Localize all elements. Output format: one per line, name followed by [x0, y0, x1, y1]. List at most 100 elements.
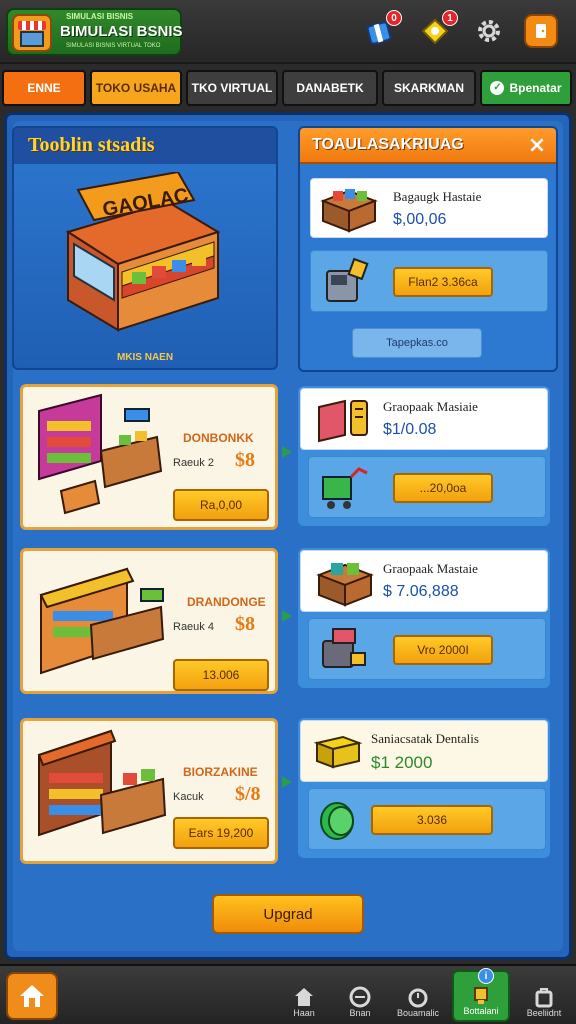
featured-title: Tooblin stsadis — [28, 134, 155, 156]
buy-button[interactable]: ...20,0oa — [393, 473, 493, 503]
shop-level: Raeuk 4 — [173, 621, 214, 633]
tab-settings[interactable]: ✓ Bpenatar — [480, 70, 572, 106]
upgrade-button[interactable]: Upgrad — [212, 894, 364, 934]
box-icon — [313, 735, 363, 769]
cash-register-icon — [322, 628, 366, 668]
crate-icon — [316, 563, 374, 607]
gear-icon — [478, 20, 500, 42]
upgrade-panel: TOAULASAKRIUAG × Bagaugk Hastaie $,00,06… — [298, 126, 558, 372]
nav-home[interactable]: Haan — [276, 970, 332, 1022]
featured-header: Tooblin stsadis — [14, 128, 276, 164]
item-card-2[interactable]: Graopaak Masiaie $1/0.08 — [300, 388, 548, 450]
coin-icon — [349, 986, 371, 1008]
game-title: BIMULASI BSNIS — [60, 23, 183, 40]
nav-label: Bouamalic — [396, 1008, 440, 1018]
tab-virtual-shop[interactable]: TKO VIRTUAL — [186, 70, 278, 106]
shop-buy-button[interactable]: Ears 19,200 — [173, 817, 269, 849]
bottom-nav: Haan Bnan Bouamalic i Bottalani Beeliidn… — [0, 964, 576, 1024]
shop-logo-icon — [12, 14, 52, 52]
nav-backpack[interactable]: Beeliidnt — [516, 970, 572, 1022]
item-action-row-2: ...20,0oa — [308, 456, 546, 518]
item-group-3: Graopaak Mastaie $ 7.06,888 Vro 2000I — [298, 548, 550, 688]
shop-name: DONBONKK — [183, 431, 254, 445]
arrow-icon — [282, 610, 292, 622]
shop-card[interactable]: BIORZAKINE Kacuk $/8 Ears 19,200 — [20, 718, 278, 864]
tab-ranking[interactable]: SKARKMAN — [382, 70, 476, 106]
shop-level: Kacuk — [173, 791, 204, 803]
shelf-store-icon — [38, 393, 163, 515]
crate-icon — [320, 189, 378, 233]
buy-button-label: Vro 2000I — [417, 643, 469, 657]
shopping-cart-icon — [322, 467, 368, 509]
arrow-icon — [282, 446, 292, 458]
nav-label: Bottalani — [463, 1006, 499, 1016]
item-card-4[interactable]: Saniacsatak Dentalis $1 2000 — [300, 720, 548, 782]
kiosk-store-icon — [39, 567, 165, 675]
settings-button[interactable] — [470, 12, 508, 50]
item-card-1[interactable]: Bagaugk Hastaie $,00,06 — [310, 178, 548, 238]
trophy-icon — [474, 987, 488, 1004]
item-name: Graopaak Masiaie — [383, 399, 478, 414]
item-action-row-3: Vro 2000I — [308, 618, 546, 680]
item-action-row-1: Flan2 3.36ca — [310, 250, 548, 312]
exit-button[interactable] — [524, 14, 558, 48]
mail-button[interactable]: 1 — [416, 10, 458, 50]
shop-card[interactable]: DONBONKK Raeuk 2 $8 Ra,0,00 — [20, 384, 278, 530]
tab-label: Bpenatar — [509, 81, 562, 95]
item-price: $,00,06 — [393, 211, 447, 228]
upgrade-panel-title: TOAULASAKRIUAG — [312, 136, 464, 153]
notification-badge: 0 — [386, 10, 402, 26]
tab-label: DANABETK — [296, 81, 364, 95]
item-price: $1 2000 — [371, 753, 433, 772]
tab-label: SKARKMAN — [394, 81, 464, 95]
buy-button[interactable]: Flan2 3.36ca — [393, 267, 493, 297]
tab-label: ENNE — [27, 81, 61, 95]
clock-icon — [408, 988, 428, 1008]
nav-rewards[interactable]: i Bottalani — [452, 968, 510, 1022]
item-name: Graopaak Mastaie — [383, 561, 478, 576]
shop-name: DRANDONGE — [187, 595, 266, 609]
shop-buy-button[interactable]: Ra,0,00 — [173, 489, 269, 521]
kiosk-illustration: GAOLAC — [65, 172, 221, 332]
gift-button[interactable]: 0 — [360, 10, 402, 50]
home-button[interactable] — [6, 972, 58, 1020]
item-card-3[interactable]: Graopaak Mastaie $ 7.06,888 — [300, 550, 548, 612]
shop-cost: $8 — [235, 449, 255, 471]
close-button[interactable]: × — [524, 132, 550, 158]
tab-label: TOKO USAHA — [95, 81, 177, 95]
house-icon — [295, 988, 313, 1006]
logo-small-text: SIMULASI BISNIS — [66, 12, 134, 21]
close-icon: × — [527, 132, 547, 158]
buy-button[interactable]: Vro 2000I — [393, 635, 493, 665]
upgrade-panel-header: TOAULASAKRIUAG × — [300, 128, 556, 164]
shop-buy-label: Ra,0,00 — [199, 498, 243, 512]
shop-card[interactable]: DRANDONGE Raeuk 4 $8 13.006 — [20, 548, 278, 694]
check-icon: ✓ — [490, 81, 505, 95]
tab-shop[interactable]: TOKO USAHA — [90, 70, 182, 106]
nav-stats[interactable]: Bnan — [332, 970, 388, 1022]
nav-label: Beeliidnt — [526, 1008, 562, 1018]
details-button[interactable]: Tapepkas.co — [352, 328, 482, 358]
upgrade-button-label: Upgrad — [263, 905, 313, 923]
coin-stack-icon — [320, 802, 354, 840]
details-button-label: Tapepkas.co — [386, 337, 448, 349]
tab-label: TKO VIRTUAL — [191, 81, 273, 95]
item-name: Bagaugk Hastaie — [393, 189, 482, 204]
tab-home[interactable]: ENNE — [2, 70, 86, 106]
buy-button-label: 3.036 — [416, 813, 448, 827]
featured-shop-card[interactable]: Tooblin stsadis GAOLAC MKIS NAEN — [12, 126, 278, 370]
shop-buy-button[interactable]: 13.006 — [173, 659, 269, 691]
notification-badge: 1 — [442, 10, 458, 26]
buy-button[interactable]: 3.036 — [371, 805, 493, 835]
nav-timer[interactable]: Bouamalic — [390, 970, 446, 1022]
tab-finance[interactable]: DANABETK — [282, 70, 378, 106]
home-icon — [20, 985, 44, 1007]
game-logo: SIMULASI BISNIS BIMULASI BSNIS SIMULASI … — [6, 8, 183, 56]
nav-label: Bnan — [349, 1008, 371, 1018]
info-badge: i — [478, 968, 494, 984]
bag-icon — [535, 988, 553, 1008]
shop-level: Raeuk 2 — [173, 457, 214, 469]
featured-caption: MKIS NAEN — [116, 352, 174, 363]
shop-buy-label: Ears 19,200 — [188, 826, 254, 840]
shop-cost: $/8 — [235, 783, 261, 805]
